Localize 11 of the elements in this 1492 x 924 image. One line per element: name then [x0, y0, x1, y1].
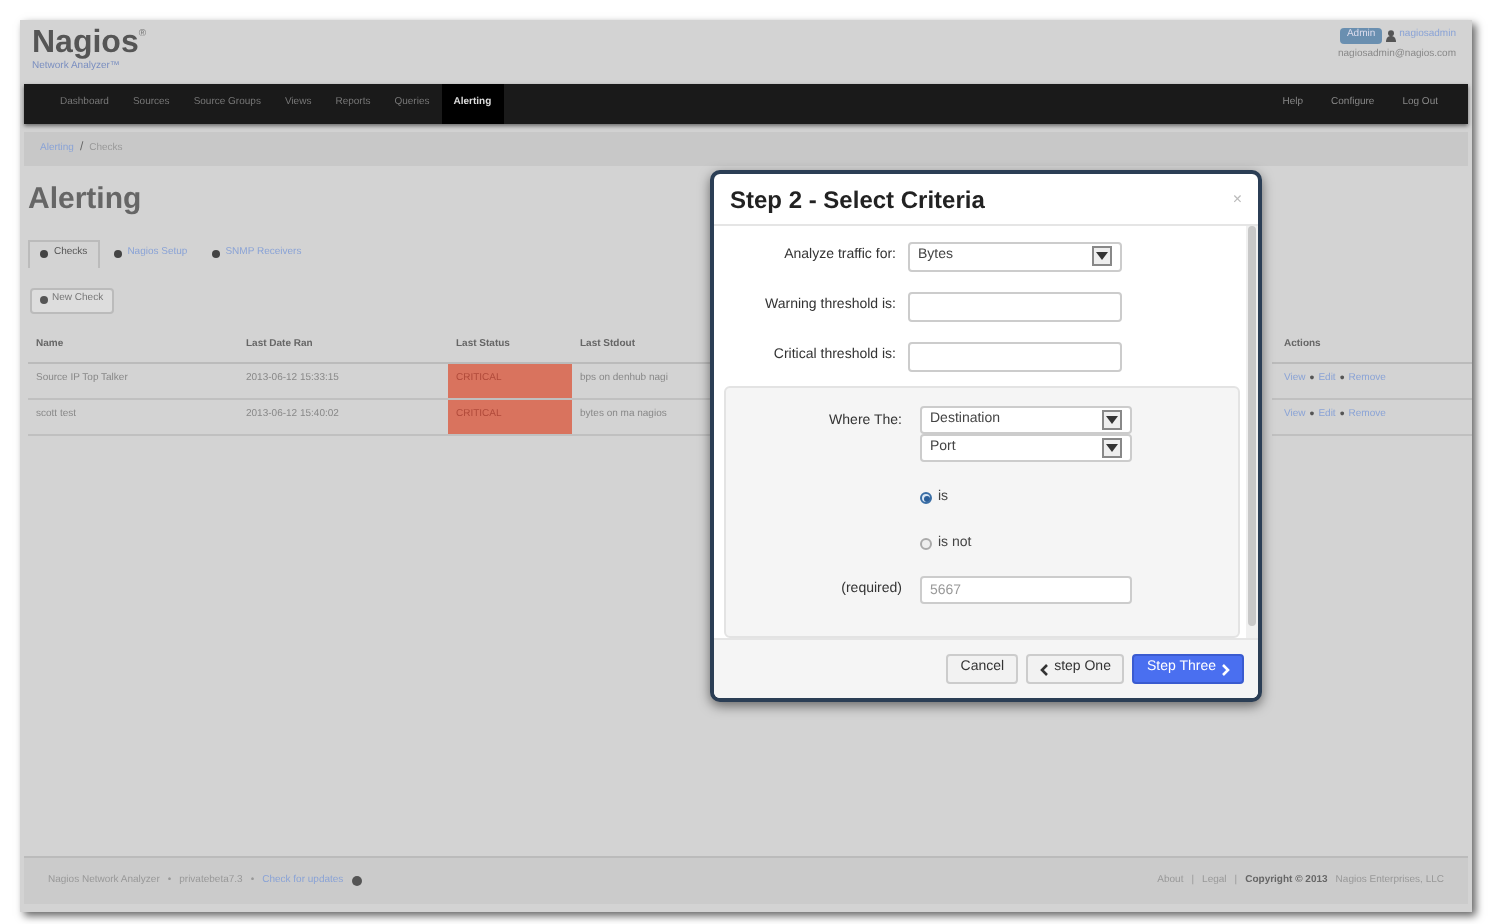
- page-title: Alerting: [28, 180, 142, 220]
- threshold-field[interactable]: [908, 291, 1122, 322]
- chevron-right-icon: [1222, 663, 1230, 675]
- dropdown-arrow-icon: [1102, 410, 1122, 431]
- logo: Nagios: [32, 28, 139, 60]
- user-icon: [1385, 29, 1396, 42]
- chevron-left-icon: [1040, 663, 1049, 675]
- dropdown-arrow-icon: [1102, 438, 1122, 459]
- threshold-field[interactable]: [908, 341, 1122, 372]
- dialog-title: Step 2 - Select Criteria: [730, 183, 985, 217]
- dropdown-arrow-icon: [1092, 246, 1112, 267]
